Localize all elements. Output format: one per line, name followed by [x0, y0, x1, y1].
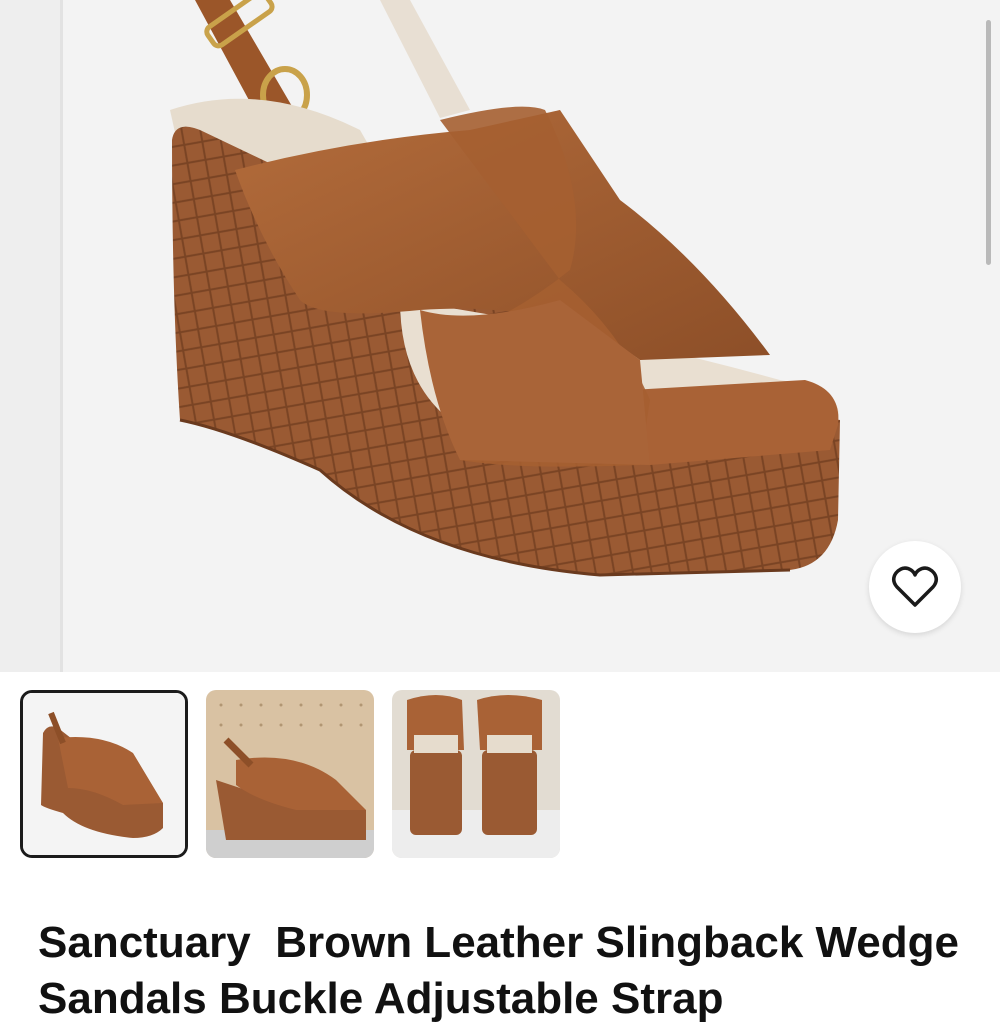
scroll-indicator [986, 20, 991, 265]
product-image-viewer[interactable] [0, 0, 1000, 672]
product-main-image [170, 0, 840, 577]
heart-icon [892, 566, 938, 607]
thumbnail-1-image [23, 693, 185, 855]
thumbnail-2-image [206, 690, 374, 858]
thumbnail-1[interactable] [20, 690, 188, 858]
thumbnail-strip [0, 690, 1000, 860]
thumbnail-2[interactable] [206, 690, 374, 858]
thumbnail-3[interactable] [392, 690, 560, 858]
listing-title: Sanctuary Brown Leather Slingback Wedge … [38, 918, 972, 1023]
thumbnail-3-image [392, 690, 560, 858]
favorite-button[interactable] [869, 541, 961, 633]
